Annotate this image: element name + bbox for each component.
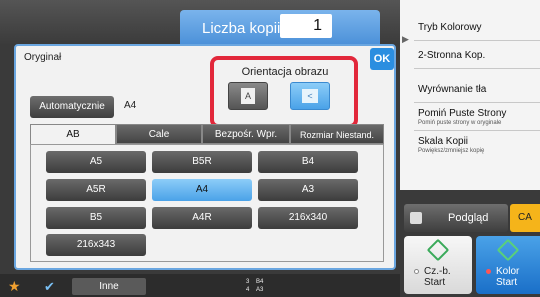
start-diamond-icon <box>426 238 450 262</box>
start-color-label: Kolor Start <box>496 266 520 288</box>
color-mode-item[interactable]: Tryb Kolorowy <box>418 22 482 33</box>
check-icon[interactable]: ✔ <box>44 279 55 295</box>
auto-size-value: A4 <box>124 100 137 111</box>
size-b5[interactable]: B5 <box>46 207 146 229</box>
other-button[interactable]: Inne <box>72 278 146 295</box>
tab-direct-entry[interactable]: Bezpośr. Wpr. <box>202 124 290 144</box>
tray-row: 3 B4 <box>246 279 264 285</box>
start-diamond-icon <box>496 238 520 262</box>
size-216x340[interactable]: 216x340 <box>258 207 358 229</box>
radio-icon <box>414 269 419 274</box>
bottom-bar <box>0 274 400 297</box>
size-a4[interactable]: A4 <box>152 179 252 201</box>
panel-toggle-icon[interactable]: ▶ <box>402 34 409 45</box>
divider <box>414 40 540 41</box>
tray-status: 3 B4 4 A3 <box>246 278 288 294</box>
copies-label: Liczba kopii <box>202 19 281 37</box>
size-b4[interactable]: B4 <box>258 151 358 173</box>
copy-ratio-sub: Powiększ/zmniejsz kopię <box>418 148 485 154</box>
tab-cale[interactable]: Cale <box>116 124 202 144</box>
start-bw-label: Cz.-b. Start <box>424 266 451 288</box>
radio-icon <box>486 269 491 274</box>
tray-row: 4 A3 <box>246 287 264 293</box>
copy-ratio-item[interactable]: Skala Kopii <box>418 136 468 147</box>
size-216x343[interactable]: 216x343 <box>46 234 146 256</box>
dialog-title: Oryginał <box>24 52 62 63</box>
divider <box>414 130 540 131</box>
clear-all-button[interactable]: CA <box>510 204 540 232</box>
orientation-portrait-button[interactable]: A <box>228 82 268 110</box>
start-color-button[interactable]: Kolor Start <box>476 236 540 294</box>
skip-blank-sub: Pomiń puste strony w oryginale <box>418 120 502 126</box>
divider <box>414 68 540 69</box>
size-b5r[interactable]: B5R <box>152 151 252 173</box>
size-a5r[interactable]: A5R <box>46 179 146 201</box>
preview-icon <box>410 212 422 224</box>
copies-input[interactable]: 1 <box>280 14 332 38</box>
size-a4r[interactable]: A4R <box>152 207 252 229</box>
portrait-page-icon: A <box>241 88 255 104</box>
background-adjust-item[interactable]: Wyrównanie tła <box>418 84 486 95</box>
tab-ab[interactable]: AB <box>30 124 116 144</box>
auto-size-button[interactable]: Automatycznie <box>30 96 114 118</box>
preview-label: Podgląd <box>448 212 489 224</box>
ok-button[interactable]: OK <box>370 48 394 70</box>
orientation-landscape-button[interactable]: < <box>290 82 330 110</box>
start-bw-button[interactable]: Cz.-b. Start <box>404 236 472 294</box>
landscape-page-icon: < <box>302 89 318 103</box>
tab-custom-size[interactable]: Rozmiar Niestand. <box>290 124 384 144</box>
star-icon[interactable]: ★ <box>8 278 21 295</box>
size-a5[interactable]: A5 <box>46 151 146 173</box>
divider <box>414 102 540 103</box>
duplex-item[interactable]: 2-Stronna Kop. <box>418 50 485 61</box>
orientation-label: Orientacja obrazu <box>241 66 329 78</box>
size-a3[interactable]: A3 <box>258 179 358 201</box>
skip-blank-item[interactable]: Pomiń Puste Strony <box>418 108 506 119</box>
